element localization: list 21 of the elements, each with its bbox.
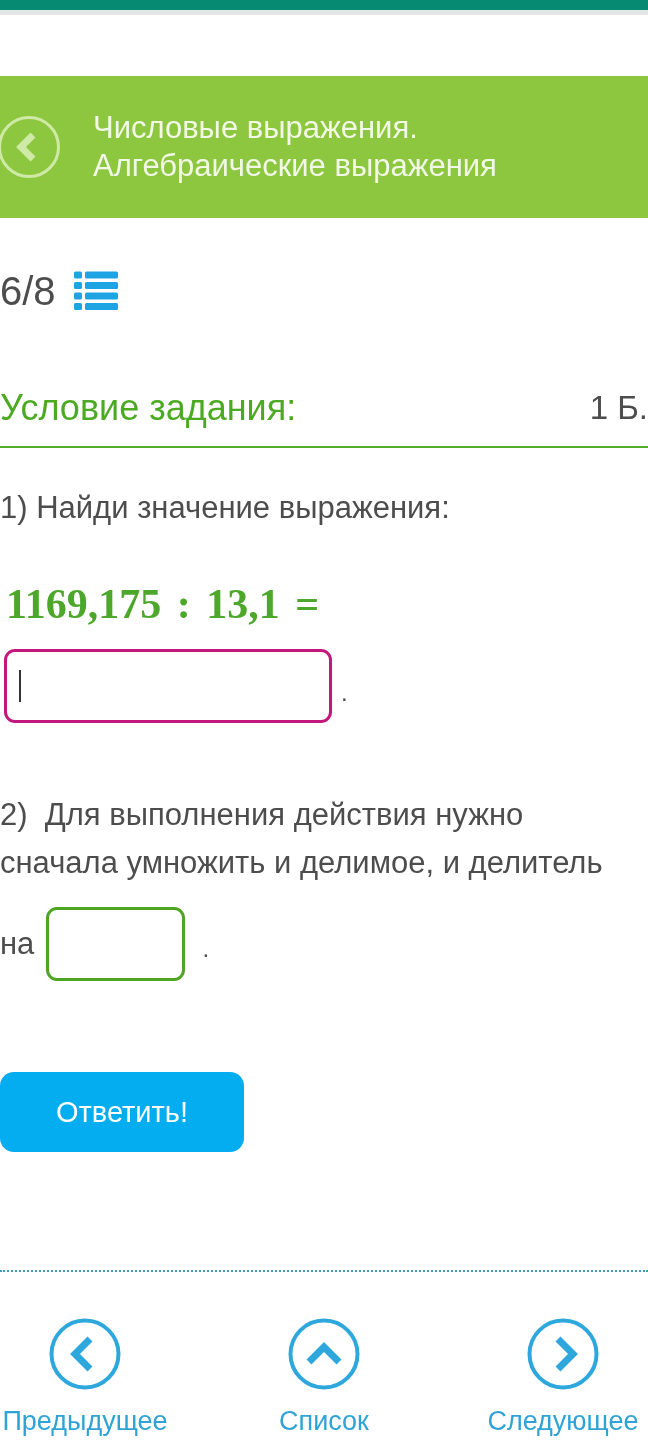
chevron-right-icon [527, 1318, 599, 1390]
text-cursor-icon [19, 670, 21, 702]
chevron-left-icon [49, 1318, 121, 1390]
submit-button[interactable]: Ответить! [0, 1072, 244, 1152]
question-text: 2) Для выполнения действия нужно сначала умножить и делимое, и делитель [0, 796, 604, 882]
question-text: на [0, 925, 35, 963]
question-text: 1) Найди значение выражения: [0, 489, 451, 527]
period-text: . [202, 934, 210, 964]
points-text: 1 Б. [589, 388, 648, 428]
answer-field[interactable] [4, 649, 332, 723]
progress-counter: 6/8 [0, 270, 56, 312]
task-heading: Условие задания: [0, 386, 297, 430]
list-button[interactable]: Список [244, 1318, 404, 1438]
chevron-up-icon [288, 1318, 360, 1390]
math-expression: 1169,175 : 13,1 = [6, 580, 320, 628]
list-icon[interactable] [73, 271, 118, 311]
period-text: . [341, 678, 348, 708]
header-title: Числовые выражения. Алгебраические выражения [93, 109, 498, 185]
answer-field[interactable] [46, 907, 186, 981]
previous-button[interactable]: Предыдущее [5, 1318, 165, 1438]
next-button[interactable]: Следующее [483, 1318, 643, 1438]
